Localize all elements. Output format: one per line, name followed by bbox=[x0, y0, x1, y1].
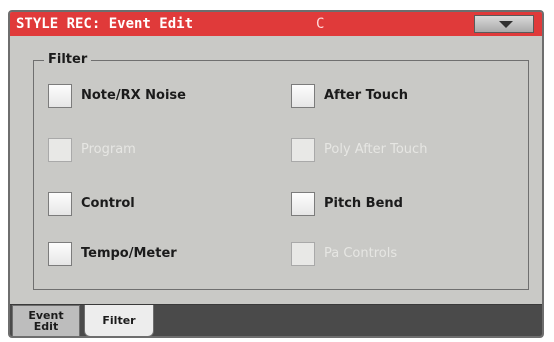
title-bar: STYLE REC: Event Edit C bbox=[10, 12, 542, 36]
tempo-meter-label: Tempo/Meter bbox=[81, 246, 177, 261]
pitch-bend-label: Pitch Bend bbox=[324, 196, 403, 211]
filter-group-label: Filter bbox=[44, 52, 92, 67]
control-checkbox[interactable] bbox=[48, 192, 72, 216]
mode-indicator: C bbox=[316, 16, 325, 32]
tab-filter-label: Filter bbox=[102, 314, 136, 327]
program-label: Program bbox=[81, 142, 136, 157]
pa-controls-checkbox bbox=[291, 242, 315, 266]
tempo-meter-checkbox[interactable] bbox=[48, 242, 72, 266]
pitch-bend-checkbox[interactable] bbox=[291, 192, 315, 216]
tab-filter[interactable]: Filter bbox=[84, 305, 154, 336]
control-label: Control bbox=[81, 196, 135, 211]
pa-controls-label: Pa Controls bbox=[324, 246, 398, 261]
after-touch-label: After Touch bbox=[324, 88, 408, 103]
style-rec-event-edit-screen: STYLE REC: Event Edit C Filter Note/RX N… bbox=[8, 10, 544, 338]
poly-after-touch-checkbox bbox=[291, 138, 315, 162]
after-touch-checkbox[interactable] bbox=[291, 84, 315, 108]
poly-after-touch-label: Poly After Touch bbox=[324, 142, 428, 157]
note-rx-noise-label: Note/RX Noise bbox=[81, 88, 186, 103]
program-checkbox bbox=[48, 138, 72, 162]
note-rx-noise-checkbox[interactable] bbox=[48, 84, 72, 108]
tab-event-edit[interactable]: Event Edit bbox=[12, 305, 80, 336]
page-title: STYLE REC: Event Edit bbox=[16, 16, 194, 32]
tab-bar: Event Edit Filter bbox=[10, 304, 542, 336]
tab-event-edit-label-line2: Edit bbox=[33, 320, 59, 333]
page-menu-button[interactable] bbox=[474, 15, 534, 33]
triangle-down-icon bbox=[499, 21, 513, 28]
